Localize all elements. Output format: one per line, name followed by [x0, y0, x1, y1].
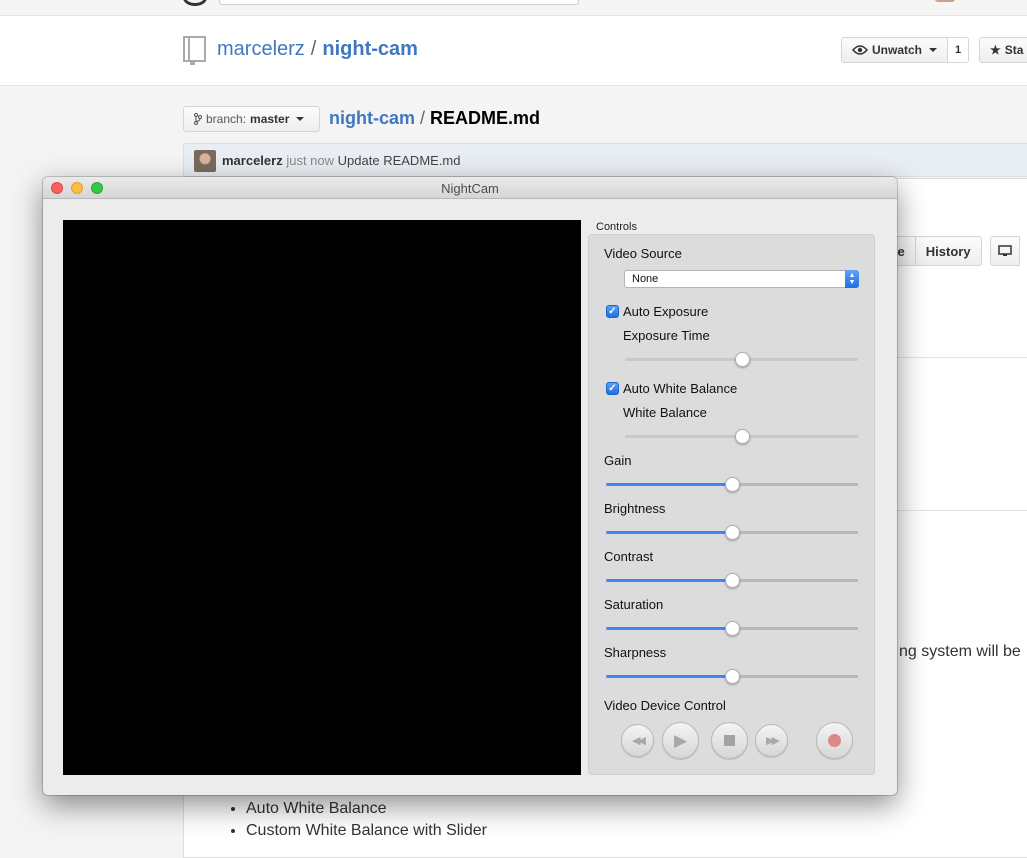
- commit-message-link[interactable]: Update README.md: [338, 153, 461, 168]
- branch-value: master: [250, 112, 290, 126]
- exposure-time-label: Exposure Time: [623, 328, 710, 343]
- record-button[interactable]: [816, 722, 853, 759]
- desktop-icon[interactable]: [989, 236, 1020, 266]
- white-balance-slider[interactable]: [625, 429, 858, 444]
- watch-count[interactable]: 1: [947, 37, 969, 63]
- readme-text: ng system will be: [899, 643, 1021, 660]
- video-source-label: Video Source: [604, 246, 682, 261]
- device-control-label: Video Device Control: [604, 698, 726, 713]
- auto-exposure-checkbox[interactable]: ✓: [606, 305, 619, 318]
- slider-fill: [606, 483, 732, 486]
- slider-thumb[interactable]: [725, 669, 740, 684]
- controls-panel: Video Source None ▲ ▼ ✓ Auto Exposure Exp…: [588, 234, 875, 775]
- unwatch-button[interactable]: Unwatch: [841, 37, 948, 63]
- video-source-value: None: [632, 273, 659, 285]
- slider-fill: [606, 627, 732, 630]
- sharpness-slider[interactable]: [606, 669, 858, 684]
- repo-owner-link[interactable]: marcelerz: [217, 38, 305, 60]
- divider: [897, 357, 1027, 358]
- monitor-icon: [997, 245, 1012, 256]
- play-button[interactable]: ▶: [662, 722, 699, 759]
- contrast-label: Contrast: [604, 549, 654, 564]
- branch-label: branch:: [206, 112, 247, 126]
- commit-author-avatar[interactable]: [194, 150, 216, 172]
- github-header: [0, 0, 1027, 16]
- brightness-slider[interactable]: [606, 525, 858, 540]
- slider-thumb[interactable]: [725, 525, 740, 540]
- window-titlebar[interactable]: NightCam: [43, 177, 897, 199]
- path-separator: /: [310, 38, 317, 60]
- commit-time: just now: [286, 153, 335, 168]
- play-icon: ▶: [673, 730, 688, 750]
- star-icon: ★: [990, 43, 1001, 57]
- github-logo-icon[interactable]: [183, 0, 207, 6]
- white-balance-label: White Balance: [623, 405, 707, 420]
- path-separator: /: [420, 108, 426, 128]
- brightness-label: Brightness: [604, 501, 666, 516]
- video-source-select[interactable]: None ▲ ▼: [624, 270, 859, 288]
- repo-name-link[interactable]: night-cam: [322, 38, 418, 60]
- unwatch-label: Unwatch: [872, 43, 923, 57]
- list-item: Custom White Balance with Slider: [246, 820, 487, 842]
- chevron-down-icon: [296, 117, 305, 121]
- commit-author-link[interactable]: marcelerz: [222, 153, 283, 168]
- slider-fill: [606, 675, 732, 678]
- controls-group-label: Controls: [596, 221, 637, 233]
- stop-button[interactable]: [711, 722, 748, 759]
- star-button[interactable]: ★ Sta: [979, 37, 1027, 63]
- slider-fill: [606, 531, 732, 534]
- fast-forward-icon: ▶▶: [766, 735, 780, 747]
- branch-icon: [194, 113, 202, 125]
- latest-commit-bar: marcelerz just now Update README.md: [183, 143, 1027, 177]
- divider: [897, 510, 1027, 511]
- auto-white-balance-label: Auto White Balance: [623, 381, 738, 396]
- slider-thumb[interactable]: [734, 429, 750, 444]
- breadcrumb-repo-link[interactable]: night-cam: [329, 108, 415, 128]
- readme-list: Auto White Balance Custom White Balance …: [228, 798, 487, 842]
- stop-icon: [724, 735, 735, 746]
- user-avatar[interactable]: [935, 0, 955, 2]
- video-preview: [63, 220, 581, 775]
- repo-title: marcelerz / night-cam: [217, 38, 418, 61]
- repo-book-icon: [183, 36, 206, 65]
- rewind-icon: ◀◀: [632, 735, 646, 747]
- slider-fill: [606, 579, 732, 582]
- saturation-label: Saturation: [604, 597, 664, 612]
- auto-exposure-label: Auto Exposure: [623, 304, 709, 319]
- gain-slider[interactable]: [606, 477, 858, 492]
- gain-label: Gain: [604, 453, 632, 468]
- sharpness-label: Sharpness: [604, 645, 667, 660]
- commit-info: marcelerz just now Update README.md: [222, 153, 461, 168]
- list-item: Auto White Balance: [246, 798, 487, 820]
- chevron-down-icon: [929, 48, 938, 52]
- select-arrows-icon: ▲ ▼: [845, 270, 859, 288]
- repo-header: marcelerz / night-cam Unwatch 1 ★ Sta: [0, 16, 1027, 86]
- slider-thumb[interactable]: [725, 477, 740, 492]
- fast-forward-button[interactable]: ▶▶: [755, 724, 788, 757]
- breadcrumb: night-cam / README.md: [329, 108, 540, 129]
- rewind-button[interactable]: ◀◀: [621, 724, 654, 757]
- nightcam-window: NightCam Controls Video Source None ▲ ▼ ✓…: [43, 177, 897, 795]
- branch-selector[interactable]: branch: master: [183, 106, 320, 132]
- auto-white-balance-checkbox[interactable]: ✓: [606, 382, 619, 395]
- slider-thumb[interactable]: [725, 621, 740, 636]
- slider-thumb[interactable]: [725, 573, 740, 588]
- search-input[interactable]: [219, 0, 579, 5]
- breadcrumb-file-name: README.md: [430, 108, 541, 128]
- saturation-slider[interactable]: [606, 621, 858, 636]
- history-button[interactable]: History: [915, 236, 982, 266]
- eye-icon: [852, 45, 868, 55]
- contrast-slider[interactable]: [606, 573, 858, 588]
- star-label: Sta: [1004, 43, 1024, 57]
- exposure-time-slider[interactable]: [625, 352, 858, 367]
- window-title: NightCam: [441, 181, 499, 196]
- record-icon: [828, 734, 841, 747]
- slider-thumb[interactable]: [734, 352, 750, 367]
